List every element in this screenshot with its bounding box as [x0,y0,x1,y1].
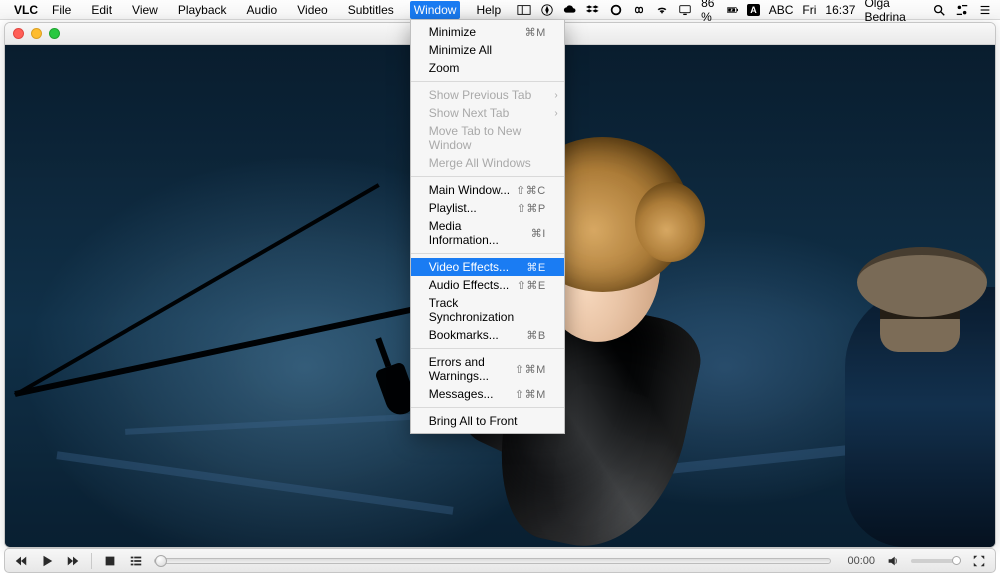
menu-item-label: Show Previous Tab [429,88,532,102]
menu-item-minimize-all[interactable]: Minimize All [411,41,564,59]
menu-item-label: Show Next Tab [429,106,510,120]
menu-item-shortcut: ⇧⌘C [516,184,546,197]
wifi-icon[interactable] [655,3,669,17]
next-button[interactable] [65,553,81,569]
fullscreen-button[interactable] [971,553,987,569]
compass-icon[interactable] [540,3,554,17]
menu-audio[interactable]: Audio [243,1,282,19]
menubar-right: 86 % A ABC Fri 16:37 Olga Bedrina [517,0,992,24]
infinity-icon[interactable] [632,3,646,17]
menu-item-errors-and-warnings[interactable]: Errors and Warnings...⇧⌘M [411,353,564,385]
menubar-clock[interactable]: 16:37 [825,3,855,17]
submenu-chevron-icon: › [554,108,557,119]
menu-subtitles[interactable]: Subtitles [344,1,398,19]
stop-button[interactable] [102,553,118,569]
menu-item-merge-all-windows: Merge All Windows [411,154,564,172]
zoom-button[interactable] [49,28,60,39]
divider [91,553,92,569]
menu-item-shortcut: ⇧⌘E [517,279,546,292]
notifications-icon[interactable] [978,3,992,17]
menu-item-label: Bring All to Front [429,414,518,428]
menu-window[interactable]: Window [410,1,461,19]
keyboard-layout-text[interactable]: ABC [769,3,794,17]
app-name[interactable]: VLC [14,3,38,17]
traffic-lights [13,28,60,39]
menu-item-bookmarks[interactable]: Bookmarks... ⌘B [411,326,564,344]
close-button[interactable] [13,28,24,39]
menu-item-label: Bookmarks... [429,328,499,342]
seek-knob[interactable] [155,555,167,567]
menu-playback[interactable]: Playback [174,1,231,19]
volume-icon[interactable] [885,553,901,569]
menubar-day[interactable]: Fri [802,3,816,17]
menu-view[interactable]: View [128,1,162,19]
prev-button[interactable] [13,553,29,569]
battery-status[interactable]: 86 % [701,0,738,24]
menu-separator [411,176,564,177]
spotlight-icon[interactable] [932,3,946,17]
seek-slider[interactable] [154,558,831,564]
menu-item-label: Zoom [429,61,460,75]
submenu-chevron-icon: › [554,90,557,101]
playback-controls: 00:00 [4,548,996,573]
menu-separator [411,253,564,254]
menu-item-video-effects[interactable]: Video Effects... ⌘E [411,258,564,276]
menu-item-shortcut: ⌘M [525,26,546,39]
menu-separator [411,348,564,349]
menu-item-label: Track Synchronization [429,296,546,324]
menu-item-main-window[interactable]: Main Window... ⇧⌘C [411,181,564,199]
sidebar-icon[interactable] [517,3,531,17]
menubar-user[interactable]: Olga Bedrina [864,0,923,24]
menu-separator [411,81,564,82]
menu-item-shortcut: ⌘B [526,329,545,342]
menu-separator [411,407,564,408]
play-button[interactable] [39,553,55,569]
menu-item-label: Media Information... [429,219,531,247]
menu-video[interactable]: Video [293,1,331,19]
menu-item-zoom[interactable]: Zoom [411,59,564,77]
sync-icon[interactable] [609,3,623,17]
menu-item-audio-effects[interactable]: Audio Effects... ⇧⌘E [411,276,564,294]
menu-item-shortcut: ⌘E [526,261,545,274]
menu-help[interactable]: Help [472,1,505,19]
menu-item-minimize[interactable]: Minimize ⌘M [411,23,564,41]
menu-item-show-previous-tab: Show Previous Tab › [411,86,564,104]
menu-edit[interactable]: Edit [87,1,116,19]
menu-item-shortcut: ⇧⌘M [515,363,546,376]
menu-item-label: Minimize All [429,43,492,57]
menu-item-move-tab-to-new-window: Move Tab to New Window [411,122,564,154]
menu-item-playlist[interactable]: Playlist... ⇧⌘P [411,199,564,217]
macos-menubar: VLC File Edit View Playback Audio Video Subtit… [0,0,1000,20]
volume-knob[interactable] [952,556,961,565]
window-menu-dropdown: Minimize ⌘M Minimize All Zoom Show Previous … [410,20,565,434]
menu-item-label: Minimize [429,25,476,39]
menu-item-label: Main Window... [429,183,510,197]
menu-item-label: Merge All Windows [429,156,531,170]
menu-item-label: Messages... [429,387,494,401]
menu-item-shortcut: ⇧⌘M [515,388,546,401]
cloud-icon[interactable] [563,3,577,17]
time-display: 00:00 [847,555,875,567]
menu-item-label: Audio Effects... [429,278,510,292]
menu-item-show-next-tab: Show Next Tab › [411,104,564,122]
volume-slider[interactable] [911,559,961,563]
menu-item-label: Video Effects... [429,260,509,274]
menu-item-bring-all-to-front[interactable]: Bring All to Front [411,412,564,430]
keyboard-layout-badge[interactable]: A [747,4,760,16]
menu-item-shortcut: ⇧⌘P [517,202,546,215]
menu-item-label: Playlist... [429,201,477,215]
display-icon[interactable] [678,3,692,17]
dropbox-icon[interactable] [586,3,600,17]
menu-item-track-synchronization[interactable]: Track Synchronization [411,294,564,326]
minimize-button[interactable] [31,28,42,39]
menu-item-messages[interactable]: Messages... ⇧⌘M [411,385,564,403]
menu-item-media-information[interactable]: Media Information...⌘I [411,217,564,249]
controlcenter-icon[interactable] [955,3,969,17]
menu-file[interactable]: File [48,1,75,19]
menu-item-shortcut: ⌘I [531,227,546,240]
menu-item-label: Errors and Warnings... [429,355,515,383]
menu-item-label: Move Tab to New Window [429,124,546,152]
battery-percent-text: 86 % [701,0,724,24]
playlist-button[interactable] [128,553,144,569]
